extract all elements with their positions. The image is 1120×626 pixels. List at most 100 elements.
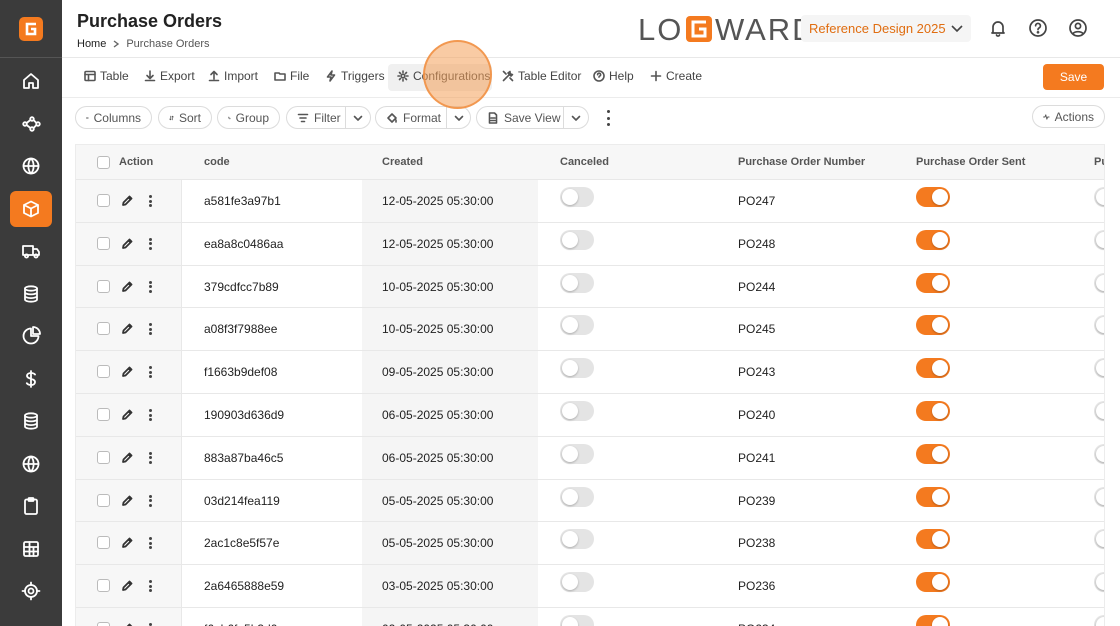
row-checkbox[interactable] [97,579,110,593]
edit-row-button[interactable] [121,536,134,549]
po-sent-toggle[interactable] [916,529,950,550]
po-sent-toggle[interactable] [916,229,950,250]
column-header-po-number[interactable]: Purchase Order Number [738,156,865,168]
row-more-button[interactable] [149,280,153,293]
sidebar-item-truck[interactable] [0,230,62,273]
canceled-toggle[interactable] [560,358,594,379]
row-more-button[interactable] [149,323,153,336]
sidebar-item-globe[interactable] [0,145,62,188]
sidebar-item-database[interactable] [0,400,62,443]
table-row[interactable]: 03d214fea119 05-05-2025 05:30:00 PO239 [76,480,1104,523]
help-toolbar-button[interactable]: Help [593,69,634,83]
row-more-button[interactable] [149,451,153,464]
truncated-column-toggle[interactable] [1094,486,1104,507]
edit-row-button[interactable] [121,451,134,464]
edit-row-button[interactable] [121,579,134,592]
column-header-action[interactable]: Action [119,156,153,168]
row-more-button[interactable] [149,366,153,379]
row-more-button[interactable] [149,195,153,207]
row-more-button[interactable] [149,580,153,593]
row-checkbox[interactable] [97,408,110,421]
row-more-button[interactable] [149,537,153,550]
sidebar-item-box[interactable] [0,188,62,231]
edit-row-button[interactable] [121,622,134,626]
row-checkbox[interactable] [97,236,110,250]
help-button[interactable] [1028,18,1048,38]
sidebar-item-dollar[interactable] [0,358,62,401]
table-button[interactable]: Table [84,69,129,83]
po-sent-toggle[interactable] [916,358,950,379]
edit-row-button[interactable] [121,237,134,250]
more-options-button[interactable] [603,110,613,126]
canceled-toggle[interactable] [560,529,594,550]
canceled-toggle[interactable] [560,615,594,626]
user-profile-button[interactable] [1068,18,1088,38]
po-sent-toggle[interactable] [916,572,950,593]
actions-button[interactable]: Actions [1032,105,1105,128]
format-button[interactable]: Format [375,106,471,129]
po-sent-toggle[interactable] [916,486,950,507]
table-editor-button[interactable]: Table Editor [502,69,581,83]
table-row[interactable]: 379cdfcc7b89 10-05-2025 05:30:00 PO244 [76,266,1104,309]
truncated-column-toggle[interactable] [1094,229,1104,250]
po-sent-toggle[interactable] [916,401,950,421]
edit-row-button[interactable] [121,322,134,335]
table-row[interactable]: 2ac1c8e5f57e 05-05-2025 05:30:00 PO238 [76,522,1104,566]
sidebar-item-pie-chart[interactable] [0,315,62,358]
truncated-column-toggle[interactable] [1094,272,1104,293]
triggers-button[interactable]: Triggers [325,69,385,83]
edit-row-button[interactable] [121,494,134,507]
sidebar-item-bar-chart[interactable] [0,613,62,626]
sidebar-item-database[interactable] [0,273,62,316]
sidebar-item-target[interactable] [0,570,62,613]
import-button[interactable]: Import [208,69,258,83]
row-checkbox[interactable] [97,622,110,626]
sort-button[interactable]: Sort [158,106,212,129]
canceled-toggle[interactable] [560,486,594,507]
row-checkbox[interactable] [97,322,110,336]
select-all-checkbox[interactable] [97,156,110,169]
edit-row-button[interactable] [121,194,134,207]
sidebar-item-network[interactable] [0,103,62,146]
truncated-column-toggle[interactable] [1094,315,1104,336]
sidebar-item-home[interactable] [0,60,62,103]
configurations-button[interactable]: Configurations [397,69,490,83]
table-row[interactable]: 190903d636d9 06-05-2025 05:30:00 PO240 [76,394,1104,437]
truncated-column-toggle[interactable] [1094,615,1104,626]
notifications-button[interactable] [988,18,1008,38]
sidebar-item-clipboard[interactable] [0,485,62,528]
row-more-button[interactable] [149,409,153,421]
chevron-down-icon[interactable] [570,112,582,124]
canceled-toggle[interactable] [560,443,594,464]
canceled-toggle[interactable] [560,572,594,593]
truncated-column-toggle[interactable] [1094,358,1104,379]
row-more-button[interactable] [149,494,153,507]
table-row[interactable]: a581fe3a97b1 12-05-2025 05:30:00 PO247 [76,180,1104,223]
save-view-button[interactable]: Save View [476,106,589,129]
table-row[interactable]: f6ab6fa5b3d0 02-05-2025 05:30:00 PO234 [76,608,1104,626]
table-row[interactable]: 2a6465888e59 03-05-2025 05:30:00 PO236 [76,565,1104,608]
create-button[interactable]: Create [650,69,702,83]
po-sent-toggle[interactable] [916,315,950,336]
project-select[interactable]: Reference Design 2025 [801,15,971,42]
row-checkbox[interactable] [97,493,110,507]
column-header-code[interactable]: code [204,156,230,168]
truncated-column-toggle[interactable] [1094,572,1104,593]
group-button[interactable]: Group [217,106,280,129]
chevron-down-icon[interactable] [352,112,364,124]
edit-row-button[interactable] [121,408,134,421]
export-button[interactable]: Export [144,69,195,83]
columns-button[interactable]: Columns [75,106,152,129]
truncated-column-toggle[interactable] [1094,443,1104,464]
po-sent-toggle[interactable] [916,443,950,464]
canceled-toggle[interactable] [560,272,594,293]
sidebar-item-grid[interactable] [0,528,62,571]
column-header-po-sent[interactable]: Purchase Order Sent [916,156,1025,168]
row-checkbox[interactable] [97,450,110,464]
row-more-button[interactable] [149,237,153,250]
truncated-column-toggle[interactable] [1094,401,1104,421]
table-row[interactable]: f1663b9def08 09-05-2025 05:30:00 PO243 [76,351,1104,394]
table-row[interactable]: 883a87ba46c5 06-05-2025 05:30:00 PO241 [76,437,1104,480]
column-header-created[interactable]: Created [382,156,423,168]
row-checkbox[interactable] [97,536,110,550]
